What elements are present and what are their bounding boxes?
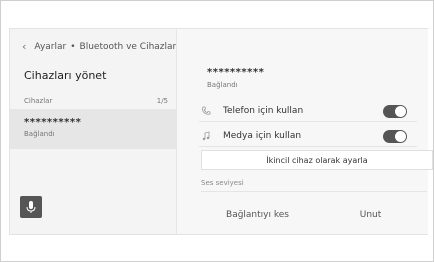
breadcrumb-bluetooth: Bluetooth ve Cihazlar — [79, 41, 177, 52]
set-secondary-button[interactable]: İkincil cihaz olarak ayarla — [201, 150, 433, 170]
volume-label[interactable]: Ses seviyesi — [201, 179, 427, 192]
breadcrumb-separator: • — [70, 41, 76, 52]
option-media-label: Medya için kullan — [223, 131, 302, 141]
device-status: Bağlandı — [24, 130, 55, 138]
device-detail-panel: ********** Bağlandı Telefon için kullan … — [176, 29, 433, 234]
disconnect-button[interactable]: Bağlantıyı kes — [201, 204, 314, 226]
action-buttons: Bağlantıyı kes Unut — [201, 204, 427, 226]
toggle-knob — [395, 105, 406, 117]
breadcrumb-settings: Ayarlar — [34, 41, 67, 52]
phone-toggle[interactable] — [383, 104, 407, 118]
device-count: 1/5 — [156, 97, 168, 105]
detail-device-status: Bağlandı — [207, 81, 238, 89]
forget-button[interactable]: Unut — [314, 204, 427, 226]
music-note-icon — [199, 129, 213, 143]
device-name: ********** — [24, 117, 82, 128]
phone-icon — [199, 104, 213, 118]
device-list-item[interactable]: ********** Bağlandı — [10, 109, 176, 149]
media-toggle[interactable] — [383, 129, 407, 143]
option-phone-row[interactable]: Telefon için kullan — [199, 101, 417, 122]
detail-device-name: ********** — [207, 67, 265, 78]
option-phone-label: Telefon için kullan — [223, 106, 304, 116]
toggle-knob — [395, 130, 406, 142]
option-media-row[interactable]: Medya için kullan — [199, 126, 417, 147]
page-title: Cihazları yönet — [24, 69, 107, 82]
display-frame: ‹ Ayarlar • Bluetooth ve Cihazlar Cihazl… — [0, 0, 434, 262]
left-panel: ‹ Ayarlar • Bluetooth ve Cihazlar Cihazl… — [10, 29, 176, 234]
microphone-icon[interactable] — [20, 196, 42, 218]
breadcrumb: ‹ Ayarlar • Bluetooth ve Cihazlar — [22, 40, 176, 53]
chevron-left-icon[interactable]: ‹ — [22, 40, 26, 53]
screen: ‹ Ayarlar • Bluetooth ve Cihazlar Cihazl… — [9, 28, 433, 235]
device-list-label: Cihazlar — [24, 97, 53, 105]
device-list-header: Cihazlar 1/5 — [24, 97, 168, 105]
